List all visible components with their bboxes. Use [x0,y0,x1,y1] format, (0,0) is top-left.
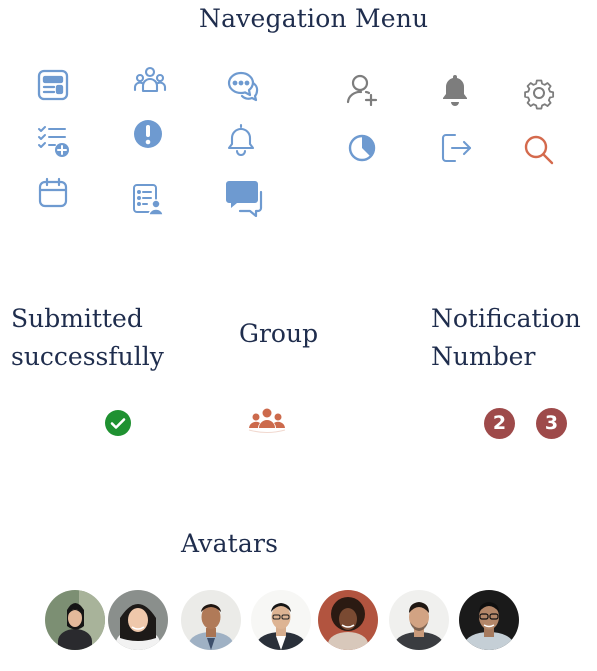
notification-badge-3[interactable]: 3 [536,408,567,439]
chat-reply-icon[interactable] [225,177,265,217]
bell-outline-icon[interactable] [224,122,258,156]
avatar-1[interactable] [45,590,105,650]
users-icon[interactable] [133,64,167,98]
bell-filled-icon[interactable] [438,72,472,106]
submitted-heading-line1: Submitted [11,304,143,333]
submitted-heading: Submitted successfully [11,300,164,376]
group-icon [246,408,288,434]
submitted-heading-line2: successfully [11,342,164,371]
avatar-4[interactable] [251,590,311,650]
avatar-2[interactable] [108,590,168,650]
settings-icon[interactable] [522,76,556,110]
alert-icon[interactable] [131,117,165,151]
group-heading: Group [239,319,319,348]
notification-heading: Notification Number [431,300,581,376]
notification-heading-line2: Number [431,342,536,371]
task-list-add-icon[interactable] [37,125,71,159]
avatar-3[interactable] [181,590,241,650]
avatar-6[interactable] [389,590,449,650]
search-icon[interactable] [522,133,556,167]
pie-chart-icon[interactable] [345,131,379,165]
user-report-icon[interactable] [130,182,164,216]
logout-icon[interactable] [440,131,474,165]
dashboard-icon[interactable] [36,68,70,102]
avatar-7[interactable] [459,590,519,650]
chat-icon[interactable] [226,69,260,103]
calendar-icon[interactable] [36,176,70,210]
avatars-heading: Avatars [181,529,279,558]
add-user-icon[interactable] [345,72,379,106]
success-check-icon [104,409,132,437]
notification-badge-2[interactable]: 2 [484,408,515,439]
avatar-5[interactable] [318,590,378,650]
page-title: Navegation Menu [199,4,429,33]
notification-heading-line1: Notification [431,304,581,333]
